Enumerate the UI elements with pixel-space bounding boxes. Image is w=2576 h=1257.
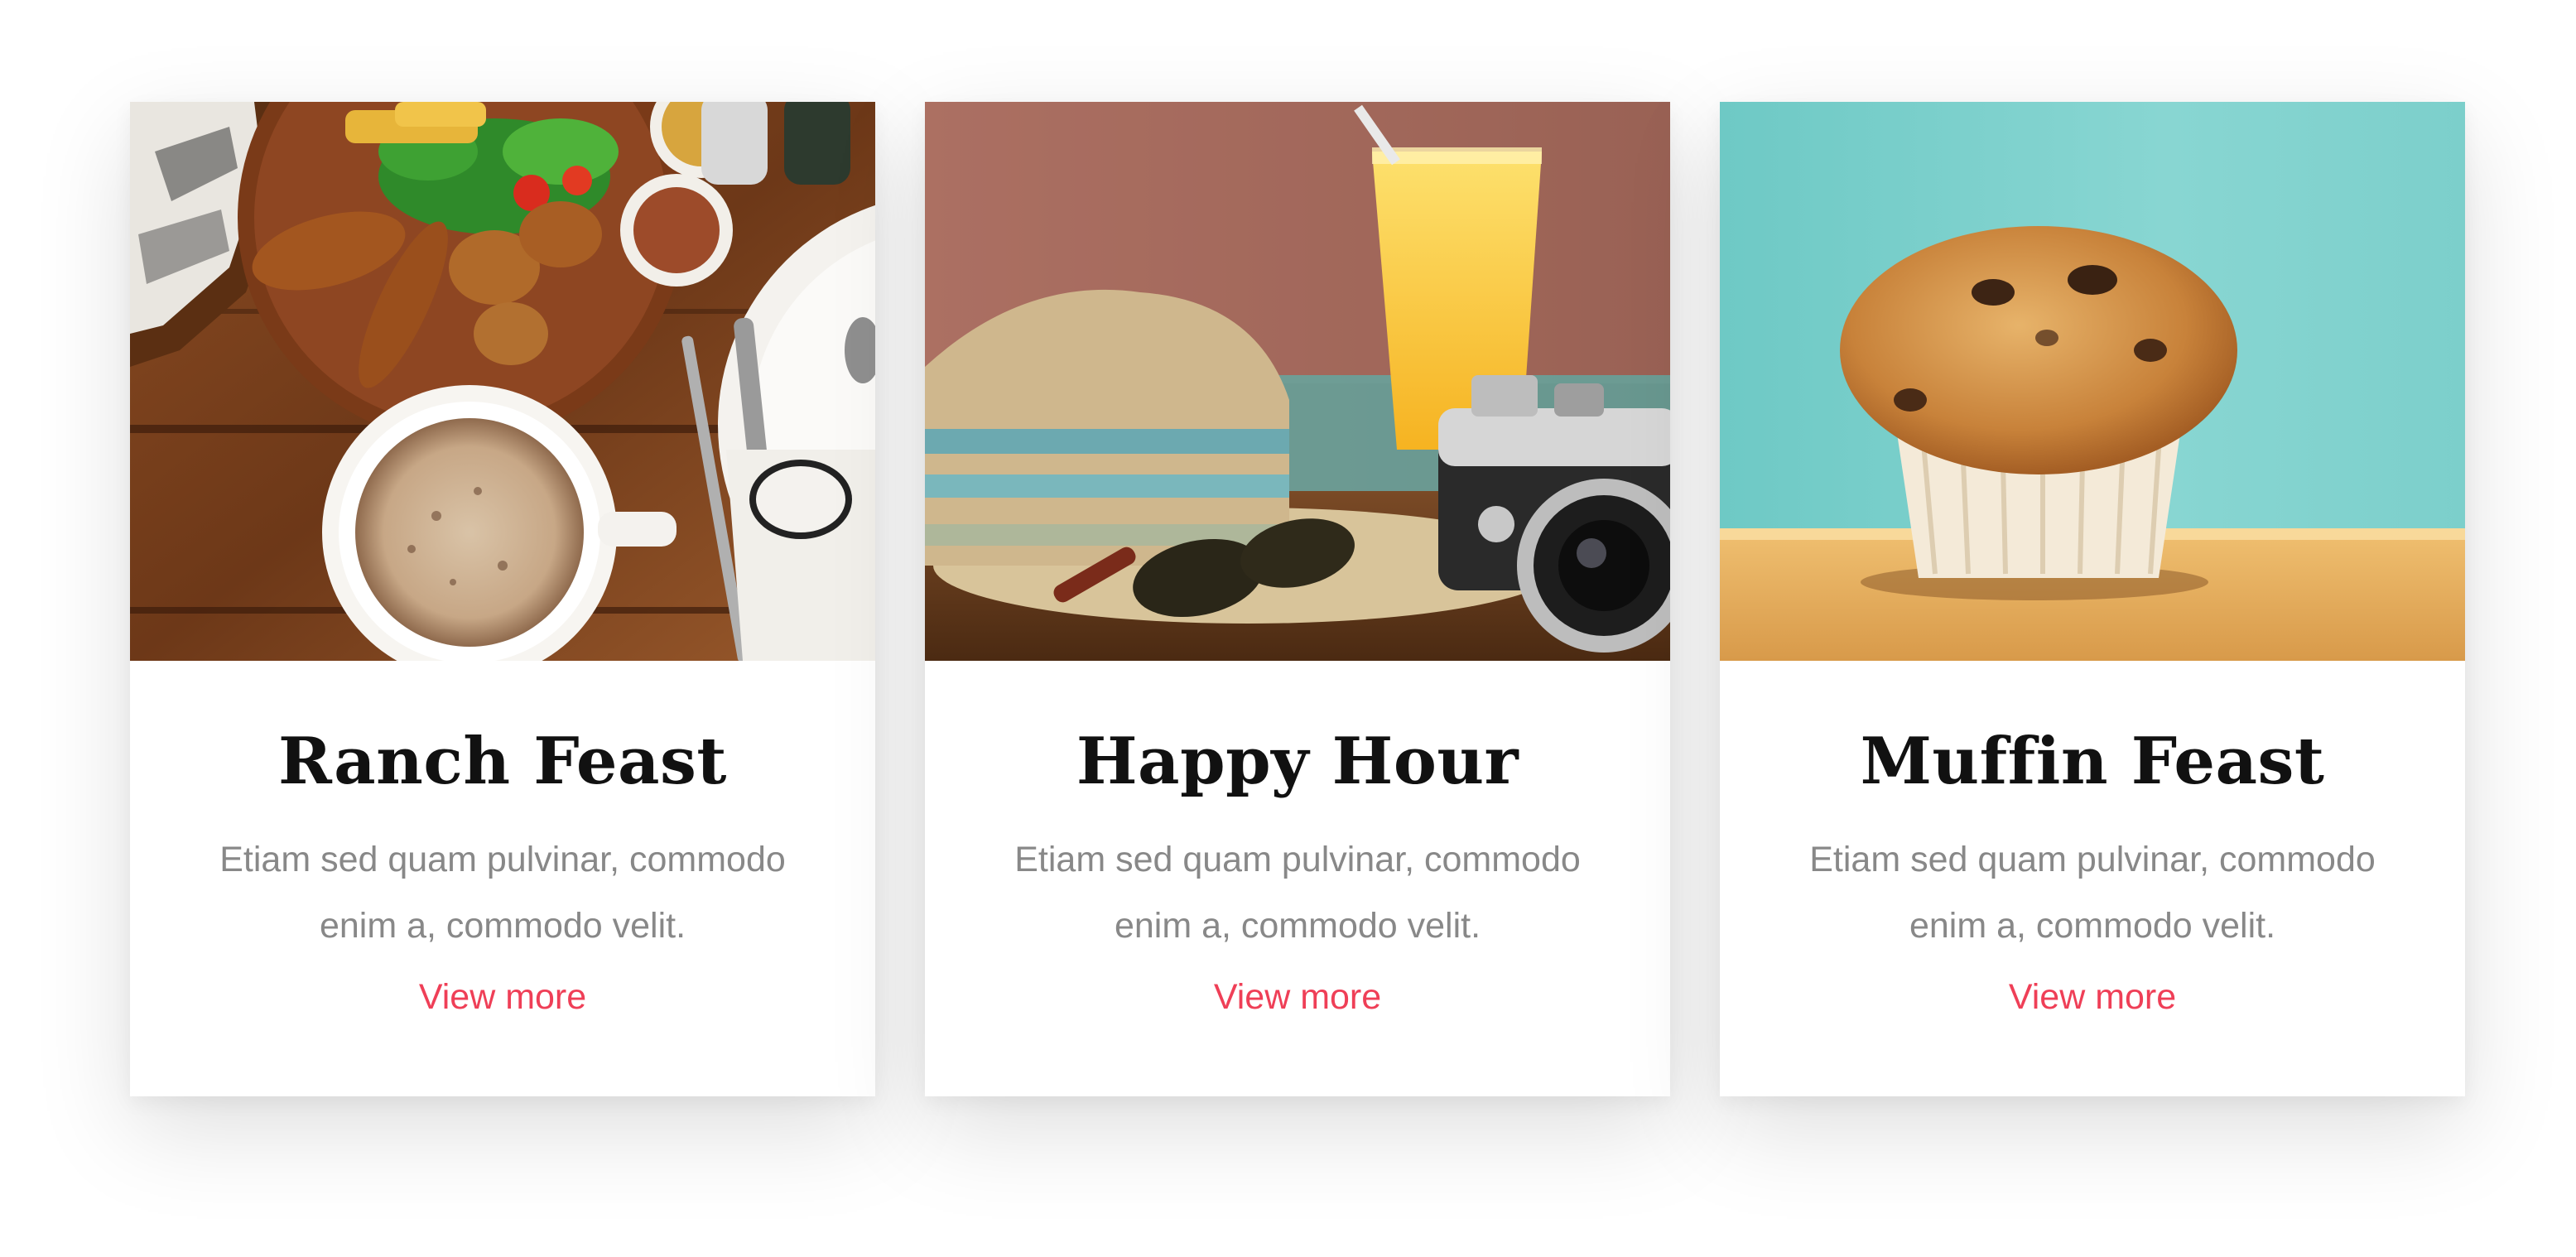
card-grid: Ranch Feast Etiam sed quam pulvinar, com… xyxy=(130,102,2465,1096)
view-more-link[interactable]: View more xyxy=(419,964,586,1030)
view-more-link[interactable]: View more xyxy=(2009,964,2176,1030)
card-image-hat-camera xyxy=(925,102,1670,661)
card-muffin-feast: Muffin Feast Etiam sed quam pulvinar, co… xyxy=(1720,102,2465,1096)
card-title: Ranch Feast xyxy=(278,724,727,799)
view-more-link[interactable]: View more xyxy=(1214,964,1381,1030)
card-ranch-feast: Ranch Feast Etiam sed quam pulvinar, com… xyxy=(130,102,875,1096)
card-happy-hour: Happy Hour Etiam sed quam pulvinar, comm… xyxy=(925,102,1670,1096)
card-image-muffin xyxy=(1720,102,2465,661)
card-image-breakfast xyxy=(130,102,875,661)
card-description: Etiam sed quam pulvinar, commodo enim a,… xyxy=(1809,840,2376,946)
card-title: Happy Hour xyxy=(1076,724,1519,799)
card-title: Muffin Feast xyxy=(1860,724,2325,799)
card-description: Etiam sed quam pulvinar, commodo enim a,… xyxy=(219,840,786,946)
card-description: Etiam sed quam pulvinar, commodo enim a,… xyxy=(1014,840,1581,946)
